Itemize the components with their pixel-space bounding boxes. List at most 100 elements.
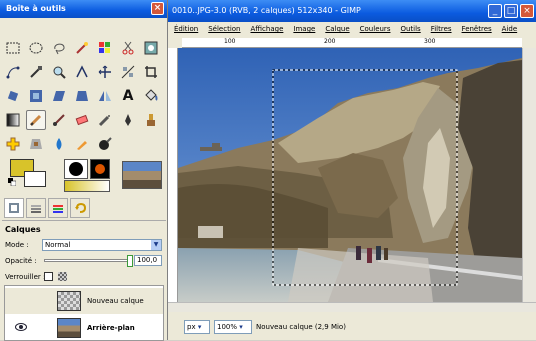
measure-icon[interactable] [72, 62, 92, 82]
layer-row[interactable]: Nouveau calque [5, 288, 163, 314]
scissors-icon[interactable] [118, 38, 138, 58]
image-window-titlebar[interactable]: 0010..JPG-3.0 (RVB, 2 calques) 512x340 -… [168, 0, 536, 22]
minimize-icon[interactable]: _ [488, 4, 502, 18]
perspective-clone-icon[interactable] [26, 134, 46, 154]
menu-selection[interactable]: Sélection [208, 25, 240, 35]
move-icon[interactable] [95, 62, 115, 82]
background-color[interactable] [24, 171, 46, 187]
undo-tab-icon[interactable] [70, 198, 90, 218]
zoom-select[interactable]: 100% ▾ [214, 320, 252, 334]
horizontal-scrollbar[interactable] [168, 302, 536, 312]
smudge-icon[interactable] [72, 134, 92, 154]
heal-icon[interactable] [3, 134, 23, 154]
shear-icon[interactable] [49, 86, 69, 106]
menu-outils[interactable]: Outils [400, 25, 420, 35]
mode-label: Mode : [5, 241, 29, 249]
image-window: 0010..JPG-3.0 (RVB, 2 calques) 512x340 -… [168, 0, 536, 340]
menu-aide[interactable]: Aide [502, 25, 517, 35]
ink-icon[interactable] [118, 110, 138, 130]
foreground-select-icon[interactable] [141, 38, 161, 58]
align-icon[interactable] [118, 62, 138, 82]
layer-thumbnail [57, 318, 81, 338]
text-icon[interactable]: A [118, 86, 138, 106]
layers-panel: Calques Mode : Normal ▼ Opacité : 100,0 … [2, 220, 166, 341]
menu-couleurs[interactable]: Couleurs [360, 25, 391, 35]
horizontal-ruler[interactable]: 100 200 300 [182, 38, 522, 48]
flip-icon[interactable] [95, 86, 115, 106]
unit-select[interactable]: px ▾ [184, 320, 210, 334]
paintbrush-icon[interactable] [49, 110, 69, 130]
layer-row[interactable]: Arrière-plan [5, 315, 163, 341]
opacity-value[interactable]: 100,0 [134, 255, 162, 266]
clone-icon[interactable] [141, 110, 161, 130]
close-icon[interactable]: × [520, 4, 534, 18]
perspective-icon[interactable] [72, 86, 92, 106]
channels-tab-icon[interactable] [26, 198, 46, 218]
paths-icon[interactable] [3, 62, 23, 82]
lock-label: Verrouiller : [5, 273, 46, 281]
unit-value: px [187, 323, 196, 331]
mode-value: Normal [45, 241, 71, 249]
menu-filtres[interactable]: Filtres [431, 25, 452, 35]
brush-preview[interactable] [64, 159, 88, 179]
color-area [4, 156, 164, 194]
rect-select-icon[interactable] [3, 38, 23, 58]
rotate-icon[interactable] [3, 86, 23, 106]
blur-icon[interactable] [49, 134, 69, 154]
crop-icon[interactable] [141, 62, 161, 82]
ruler-corner[interactable] [168, 38, 182, 48]
vertical-scrollbar[interactable] [522, 48, 536, 302]
magnify-icon[interactable] [49, 62, 69, 82]
gradient-preview[interactable] [64, 180, 110, 192]
photo-landscape [178, 48, 522, 302]
active-image-thumbnail[interactable] [122, 161, 162, 189]
layer-name: Nouveau calque [87, 297, 144, 305]
eraser-icon[interactable] [72, 110, 92, 130]
toolbox-title: Boîte à outils [6, 4, 66, 13]
maximize-icon[interactable]: □ [504, 4, 518, 18]
pencil-icon[interactable] [26, 110, 46, 130]
chevron-down-icon[interactable]: ▼ [151, 240, 161, 250]
close-icon[interactable]: × [151, 2, 164, 15]
menu-fenetres[interactable]: Fenêtres [462, 25, 492, 35]
ruler-tick-label: 200 [324, 38, 336, 45]
empty-slot [118, 134, 138, 154]
dodge-burn-icon[interactable] [95, 134, 115, 154]
opacity-slider[interactable] [44, 255, 133, 267]
pattern-preview[interactable] [90, 159, 110, 179]
layers-tab-icon[interactable] [4, 198, 24, 218]
paths-tab-icon[interactable] [48, 198, 68, 218]
status-message: Nouveau calque (2,9 Mio) [256, 323, 346, 331]
layer-name: Arrière-plan [87, 324, 135, 332]
vertical-ruler[interactable] [168, 48, 178, 302]
default-colors-icon[interactable] [8, 178, 16, 186]
menu-affichage[interactable]: Affichage [251, 25, 284, 35]
lock-alpha-checkbox[interactable] [44, 272, 53, 281]
ruler-tick-label: 300 [424, 38, 436, 45]
scale-icon[interactable] [26, 86, 46, 106]
menu-image[interactable]: Image [293, 25, 315, 35]
chevron-down-icon: ▾ [197, 323, 202, 331]
color-select-icon[interactable] [95, 38, 115, 58]
image-canvas[interactable] [178, 48, 522, 302]
menu-calque[interactable]: Calque [325, 25, 349, 35]
airbrush-icon[interactable] [95, 110, 115, 130]
zoom-value: 100% [217, 323, 238, 331]
window-title: 0010..JPG-3.0 (RVB, 2 calques) 512x340 -… [172, 6, 361, 15]
blend-icon[interactable] [3, 110, 23, 130]
ruler-tick-label: 100 [224, 38, 236, 45]
mode-select[interactable]: Normal ▼ [42, 239, 162, 251]
color-picker-icon[interactable] [26, 62, 46, 82]
layer-list: Nouveau calque Arrière-plan [4, 285, 164, 341]
eye-icon[interactable] [15, 323, 27, 334]
menu-bar: Édition Sélection Affichage Image Calque… [168, 22, 536, 38]
ellipse-select-icon[interactable] [26, 38, 46, 58]
bucket-fill-icon[interactable] [141, 86, 161, 106]
status-bar: px ▾ 100% ▾ Nouveau calque (2,9 Mio) [168, 312, 536, 340]
menu-edition[interactable]: Édition [174, 25, 198, 35]
slider-handle[interactable] [127, 255, 133, 267]
lasso-icon[interactable] [49, 38, 69, 58]
fuzzy-select-icon[interactable] [72, 38, 92, 58]
layer-thumbnail [57, 291, 81, 311]
toolbox-titlebar[interactable]: Boîte à outils × [0, 0, 167, 18]
